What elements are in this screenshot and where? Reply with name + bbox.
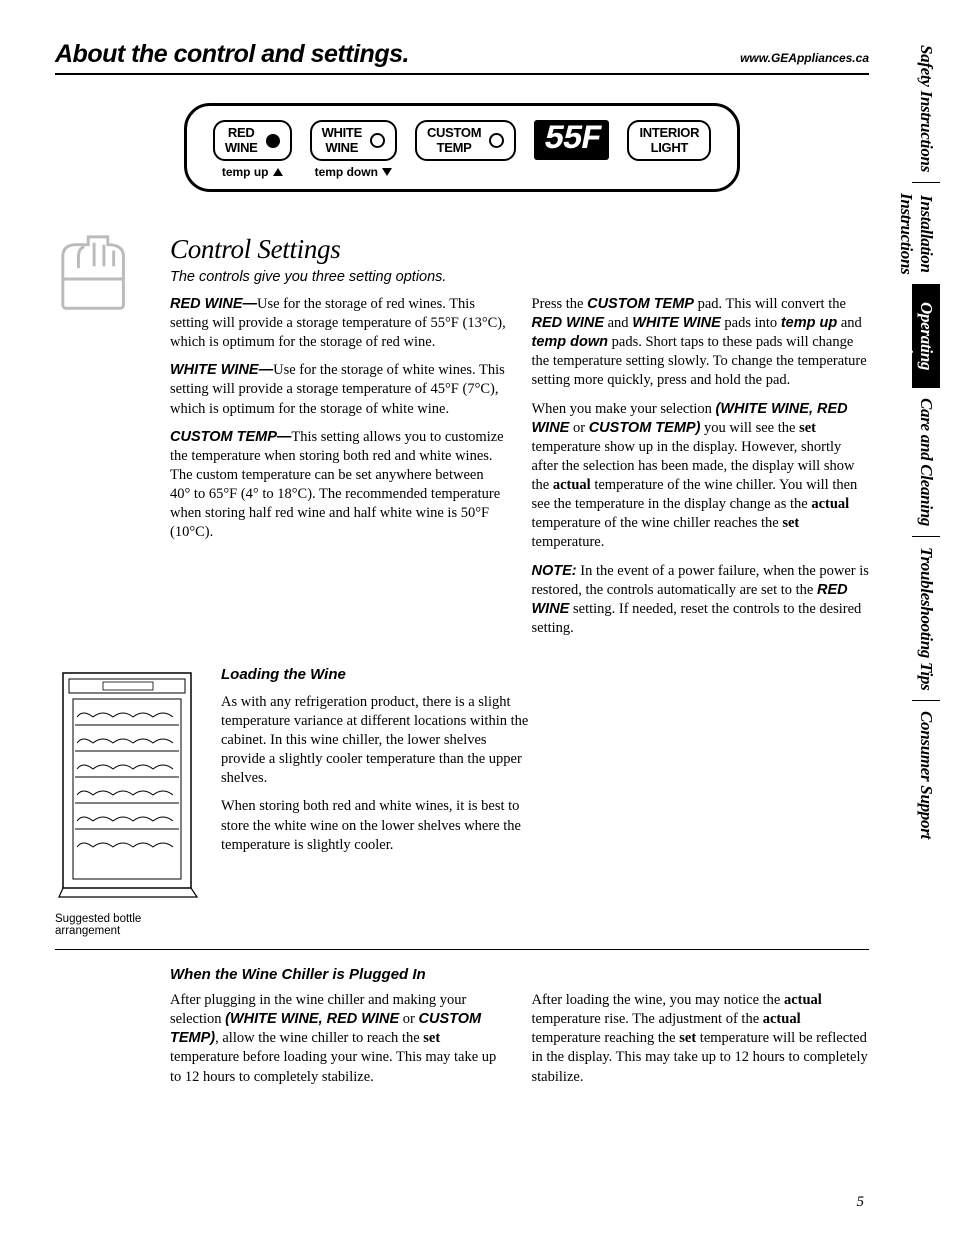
body-text-right: Press the CUSTOM TEMP pad. This will con… [532,295,870,647]
tab-consumer[interactable]: Consumer Support [912,700,940,849]
page-title: About the control and settings. [55,40,409,69]
tab-safety[interactable]: Safety Instructions [912,35,940,182]
red-wine-button[interactable]: REDWINE [213,120,292,161]
tab-care[interactable]: Care and Cleaning [912,387,940,536]
temp-up-label: temp up [213,165,292,179]
control-settings-section: Control Settings The controls give you t… [55,234,869,647]
indicator-dot-icon [266,134,280,148]
body-text-left: RED WINE—Use for the storage of red wine… [170,295,508,647]
arrow-up-icon [273,168,283,176]
white-wine-button[interactable]: WHITEWINE [310,120,397,161]
interior-light-button[interactable]: INTERIORLIGHT [627,120,711,161]
body-text: When storing both red and white wines, i… [221,797,532,854]
body-text-right: After loading the wine, you may notice t… [532,991,870,1096]
header-url: www.GEAppliances.ca [740,51,869,65]
temp-down-label: temp down [310,165,397,179]
loading-wine-section: Suggested bottle arrangement Loading the… [55,665,869,937]
temperature-display: 55F [534,120,609,160]
body-text: As with any refrigeration product, there… [221,693,532,789]
page-number: 5 [857,1194,865,1211]
side-tab-nav: Safety Instructions Installation Instruc… [912,35,940,849]
control-panel: REDWINE temp up WHITEWINE temp down CUST… [184,103,740,192]
tab-troubleshooting[interactable]: Troubleshooting Tips [912,536,940,700]
tab-operating[interactable]: Operating Instructions [912,284,940,386]
page-header: About the control and settings. www.GEAp… [55,40,869,75]
tab-installation[interactable]: Installation Instructions [912,182,940,284]
arrow-down-icon [382,168,392,176]
figure-caption: Suggested bottle arrangement [55,913,203,937]
section-subtitle: The controls give you three setting opti… [170,269,869,285]
custom-temp-button[interactable]: CUSTOMTEMP [415,120,516,161]
indicator-ring-icon [370,133,385,148]
wine-chiller-icon [55,665,200,900]
indicator-ring-icon [489,133,504,148]
body-text-left: After plugging in the wine chiller and m… [170,991,508,1096]
loading-heading: Loading the Wine [221,665,532,685]
plugged-in-section: When the Wine Chiller is Plugged In Afte… [55,966,869,1096]
hand-pointing-icon [55,234,143,316]
section-heading: Control Settings [170,234,869,265]
plugged-heading: When the Wine Chiller is Plugged In [170,966,869,983]
control-panel-figure: REDWINE temp up WHITEWINE temp down CUST… [55,103,869,192]
divider [55,949,869,950]
